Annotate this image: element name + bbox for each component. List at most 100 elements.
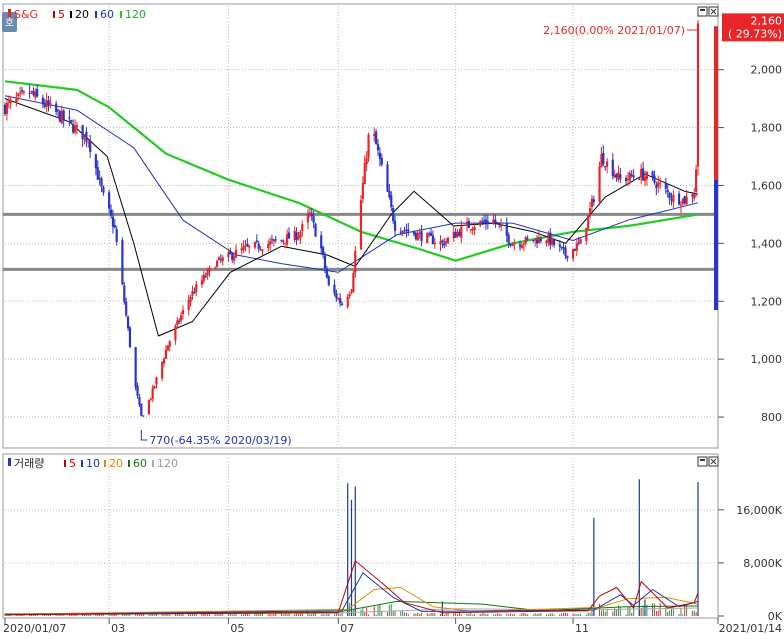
legend-vma10: 10 — [86, 457, 100, 470]
candle-body — [45, 100, 48, 107]
candle-body — [522, 243, 525, 245]
candle-body — [399, 231, 402, 233]
candle-body — [365, 158, 368, 165]
candle-body — [73, 125, 77, 133]
candle-body — [259, 249, 262, 251]
maximize-glyph — [700, 9, 705, 11]
candle-body — [606, 161, 609, 167]
candle-body — [17, 93, 20, 97]
candle-body — [624, 177, 628, 182]
legend-ma5-swatch — [53, 11, 55, 18]
candle-body — [287, 232, 291, 239]
candle-body — [683, 196, 686, 204]
date-tick-label: 09 — [458, 622, 472, 635]
candle-body — [32, 91, 35, 95]
candle-body — [268, 241, 272, 245]
side-toggle-label[interactable]: 호 — [5, 17, 14, 29]
candle-body — [70, 119, 73, 122]
legend-vma60-swatch — [128, 460, 130, 467]
candle-body — [19, 92, 22, 94]
price-tick-label: 1,600 — [751, 179, 783, 192]
candle-body — [378, 152, 382, 159]
legend-ma120-swatch — [120, 11, 122, 18]
candle-body — [467, 221, 470, 228]
price-tick-label: 1,000 — [751, 353, 783, 366]
candle-body — [505, 223, 508, 236]
candle-body — [498, 222, 501, 225]
candle-body — [547, 234, 550, 243]
candle-body — [588, 208, 592, 213]
candle-body — [638, 178, 641, 180]
candle-body — [339, 298, 342, 304]
date-tick-label: 11 — [575, 622, 589, 635]
last-price-change: ( 29.73%) — [728, 27, 782, 40]
candle-body — [590, 198, 594, 208]
candle-body — [36, 88, 39, 97]
candle-body — [655, 184, 658, 189]
candle-body — [441, 240, 444, 243]
candle-body — [325, 268, 328, 278]
candle-body — [526, 238, 529, 240]
candle-body — [350, 290, 353, 293]
candle-body — [219, 259, 222, 261]
legend-volume-icon — [8, 458, 11, 466]
candle-body — [552, 239, 556, 246]
candle-body — [429, 232, 433, 236]
legend-vma5: 5 — [69, 457, 76, 470]
price-tick-label: 1,200 — [751, 295, 783, 308]
candle-body — [49, 102, 52, 107]
candle-body — [534, 238, 537, 241]
candle-body — [454, 231, 457, 238]
candle-body — [312, 216, 315, 223]
candle-body — [242, 246, 245, 250]
candle-body — [403, 230, 406, 232]
volume-tick-label: 16,000K — [736, 504, 782, 517]
candle-body — [125, 301, 128, 316]
maximize-icon[interactable] — [697, 6, 708, 17]
candle-body — [299, 231, 302, 239]
candle-body — [613, 174, 616, 178]
legend-vma120-swatch — [152, 460, 154, 467]
candle-body — [5, 103, 8, 114]
candle-body — [89, 140, 92, 153]
candle-body — [509, 243, 512, 246]
candle-body — [149, 398, 152, 400]
candle-body — [280, 239, 283, 242]
candle-body — [579, 239, 582, 244]
candle-body — [532, 240, 535, 242]
candle-body — [405, 229, 408, 232]
candle-body — [109, 209, 113, 216]
high-price-label: 2,160(0.00% 2021/01/07) — [543, 24, 685, 37]
candle-body — [494, 219, 497, 223]
candle-body — [134, 347, 137, 388]
date-tick-label: 03 — [111, 622, 125, 635]
candle-body — [297, 237, 300, 239]
candle-body — [3, 104, 7, 115]
price-tick-label: 800 — [761, 411, 782, 424]
candle-body — [352, 273, 355, 292]
candle-body — [55, 103, 58, 112]
candle-body — [679, 204, 683, 206]
candle-body — [187, 300, 190, 310]
candle-body — [164, 350, 168, 359]
candle-body — [481, 221, 484, 223]
candle-body — [136, 385, 139, 396]
candle-body — [628, 172, 631, 181]
candle-body — [651, 171, 654, 177]
candle-body — [113, 225, 116, 228]
candle-body — [354, 250, 357, 273]
candle-body — [308, 212, 311, 216]
candle-body — [244, 245, 247, 247]
candle-body — [214, 268, 217, 270]
candle-body — [641, 168, 645, 181]
candle-body — [22, 91, 26, 93]
candle-body — [333, 284, 336, 294]
maximize-icon[interactable] — [697, 456, 708, 467]
candle-body — [168, 341, 171, 347]
candle-body — [373, 133, 376, 137]
candle-body — [465, 221, 469, 226]
volume-pane — [2, 453, 719, 619]
candle-body — [270, 239, 274, 241]
candle-body — [221, 257, 224, 262]
candle-body — [640, 168, 643, 178]
